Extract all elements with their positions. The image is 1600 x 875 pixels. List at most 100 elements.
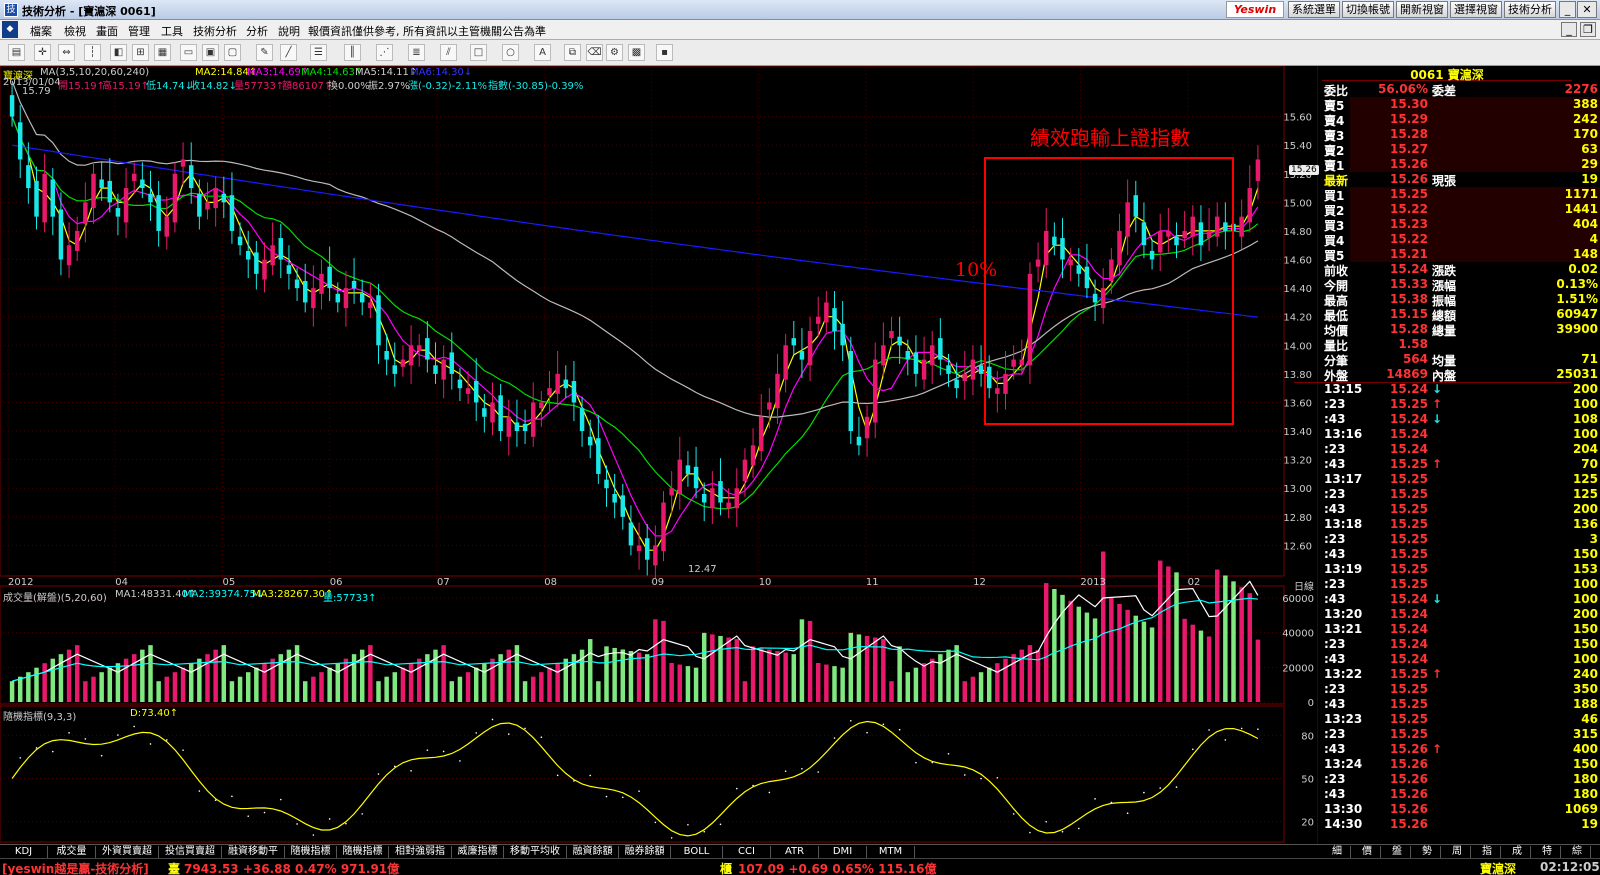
indicator-tab[interactable]: KDJ xyxy=(0,846,48,858)
volume-bar xyxy=(750,646,756,702)
volume-bar xyxy=(107,667,113,702)
compare-icon[interactable]: ⊞ xyxy=(132,44,149,61)
ellipse-tool-icon[interactable]: ○ xyxy=(502,44,519,61)
tick-time: :43 xyxy=(1324,697,1346,711)
tick-price: 15.25 xyxy=(1390,517,1428,531)
kd-k-dot xyxy=(980,777,982,780)
volume-bar xyxy=(840,667,845,702)
indicator-tab[interactable]: MTM xyxy=(867,846,915,858)
quote-tab[interactable]: 成 xyxy=(1504,846,1531,858)
mdi-minimize-icon[interactable]: _ xyxy=(1561,22,1577,37)
layout-icon[interactable]: ▦ xyxy=(154,44,171,61)
candle-body xyxy=(1027,273,1033,366)
ask-price: 15.29 xyxy=(1390,112,1428,126)
tick-time: 13:16 xyxy=(1324,427,1363,441)
quote-tab[interactable]: 周 xyxy=(1444,846,1471,858)
save-icon[interactable]: ▪ xyxy=(656,44,673,61)
menu-help[interactable]: 說明 xyxy=(278,23,300,39)
technical-analysis-button[interactable]: 技術分析 xyxy=(1504,1,1556,18)
tick-price: 15.25 xyxy=(1390,487,1428,501)
volume-bar xyxy=(636,652,642,702)
channel-tool-icon[interactable]: ⫽ xyxy=(440,44,457,61)
eraser-icon[interactable]: ⌫ xyxy=(586,44,603,61)
quote-tab[interactable]: 盤 xyxy=(1384,846,1411,858)
window1-icon[interactable]: ▭ xyxy=(180,44,197,61)
kd-k-dot xyxy=(410,769,412,772)
indicator-tab[interactable]: 融資餘額 xyxy=(567,846,619,858)
candlestick-chart[interactable]: 15.6015.4015.2015.0014.8014.6014.4014.20… xyxy=(0,65,1319,844)
fan-tool-icon[interactable]: ⋰ xyxy=(376,44,393,61)
indicator-tab[interactable]: 相對強弱指 xyxy=(389,846,452,858)
crosshair-icon[interactable]: ✛ xyxy=(34,44,51,61)
menu-file[interactable]: 檔案 xyxy=(30,23,52,39)
date-tick-label: 05 xyxy=(222,577,235,588)
mdi-restore-icon[interactable]: ❐ xyxy=(1580,22,1596,37)
menu-tools[interactable]: 工具 xyxy=(161,23,183,39)
vline-tool-icon[interactable]: ║ xyxy=(344,44,361,61)
indicator-tab[interactable]: 威廉指標 xyxy=(452,846,504,858)
kline-icon[interactable]: ┆ xyxy=(84,44,101,61)
menu-manage[interactable]: 管理 xyxy=(128,23,150,39)
hline-tool-icon[interactable]: ☰ xyxy=(310,44,327,61)
close-icon[interactable]: ✕ xyxy=(1577,1,1597,18)
quote-tab[interactable]: 價 xyxy=(1354,846,1381,858)
candle-body xyxy=(1117,230,1122,266)
select-window-button[interactable]: 選擇視窗 xyxy=(1450,1,1502,18)
copy-icon[interactable]: ⧉ xyxy=(564,44,581,61)
candle-body xyxy=(376,295,381,346)
switch-account-button[interactable]: 切換帳號 xyxy=(1342,1,1394,18)
indicator-tab[interactable]: 投信買賣超 xyxy=(159,846,222,858)
tick-row: 13:30 15.26 1069 xyxy=(1324,802,1600,817)
menu-analysis[interactable]: 分析 xyxy=(246,23,268,39)
quote-tab[interactable]: 細 xyxy=(1324,846,1351,858)
fib-tool-icon[interactable]: ≣ xyxy=(408,44,425,61)
quote-tab[interactable]: 綜 xyxy=(1564,846,1591,858)
indicator-tab[interactable]: CCI xyxy=(723,846,771,858)
indicator-tab[interactable]: DMI xyxy=(819,846,867,858)
kd-k-dot xyxy=(393,765,396,768)
volume-bar xyxy=(58,654,64,702)
line-tool-icon[interactable]: ╱ xyxy=(280,44,297,61)
quote-tab[interactable]: 勢 xyxy=(1414,846,1441,858)
menu-technical-analysis[interactable]: 技術分析 xyxy=(193,23,237,39)
text-tool-icon[interactable]: A xyxy=(534,44,551,61)
indicator-tab[interactable]: 隨機指標 xyxy=(285,846,337,858)
menu-screen[interactable]: 畫面 xyxy=(96,23,118,39)
window3-icon[interactable]: ▢ xyxy=(224,44,241,61)
volume-bar xyxy=(1166,566,1171,702)
system-menu-button[interactable]: 系統選單 xyxy=(1288,1,1340,18)
quote-tab[interactable]: 指 xyxy=(1474,846,1501,858)
tick-arrow: ↑ xyxy=(1432,742,1443,756)
draw-icon[interactable]: ✎ xyxy=(256,44,273,61)
volume-bar xyxy=(986,667,992,702)
bid-row: 買4 15.22 4 xyxy=(1324,232,1600,248)
stat-value: 15.33 xyxy=(1390,277,1428,291)
indicator-tab[interactable]: BOLL xyxy=(671,846,723,858)
indicator-tab[interactable]: 隨機指標 xyxy=(337,846,389,858)
zoom-icon[interactable]: ⇔ xyxy=(58,44,75,61)
tick-time: 13:18 xyxy=(1324,517,1363,531)
export-icon[interactable]: ◧ xyxy=(110,44,127,61)
window2-icon[interactable]: ▣ xyxy=(202,44,219,61)
indicator-tab[interactable]: 移動平均收 xyxy=(504,846,567,858)
color-grid-icon[interactable]: ▩ xyxy=(628,44,645,61)
candle-body xyxy=(661,502,666,552)
tick-time: :23 xyxy=(1324,487,1346,501)
minimize-icon[interactable]: _ xyxy=(1559,1,1576,18)
new-window-button[interactable]: 開新視窗 xyxy=(1396,1,1448,18)
candle-body xyxy=(115,208,121,217)
settings-icon[interactable]: ⚙ xyxy=(606,44,623,61)
rect-tool-icon[interactable]: □ xyxy=(470,44,487,61)
indicator-tab[interactable]: 成交量 xyxy=(48,846,96,858)
tick-qty: 180 xyxy=(1572,787,1598,801)
chart-area[interactable]: 15.60 15.40 15.20 15.00 14.80 14.60 14.40 14.20… xyxy=(0,65,1319,844)
indicator-tab[interactable]: 外資買賣超 xyxy=(96,846,159,858)
menu-view[interactable]: 檢視 xyxy=(64,23,86,39)
indicator-tab[interactable]: ATR xyxy=(771,846,819,858)
price-tick-label: 14.40 xyxy=(1283,284,1312,295)
chart-icon[interactable]: ▤ xyxy=(8,44,25,61)
app-menu-icon[interactable]: ◆ xyxy=(2,21,18,38)
indicator-tab[interactable]: 融券餘額 xyxy=(619,846,671,858)
indicator-tab[interactable]: 融資移動平 xyxy=(222,846,285,858)
quote-tab[interactable]: 特 xyxy=(1534,846,1561,858)
